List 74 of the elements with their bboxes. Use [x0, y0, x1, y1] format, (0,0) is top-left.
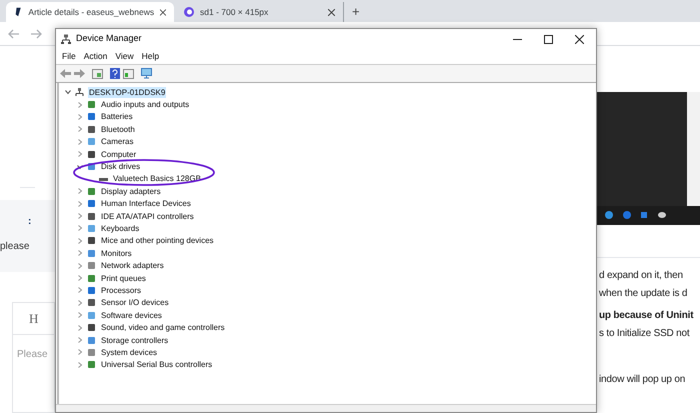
close-tab-icon[interactable] — [160, 8, 166, 16]
forward-icon[interactable] — [30, 28, 42, 38]
editor-heading: H — [13, 303, 54, 335]
menu-item[interactable]: Action — [84, 50, 108, 63]
tree-item[interactable]: Disk drives — [100, 161, 142, 172]
tree-item[interactable]: Network adapters — [100, 260, 165, 272]
tree-item[interactable]: IDE ATA/ATAPI controllers — [100, 210, 195, 222]
window-title: Device Manager — [76, 32, 143, 46]
tree-item[interactable]: Sensor I/O devices — [100, 297, 170, 308]
article-text: indow will pop up on — [599, 374, 686, 386]
new-tab-button[interactable]: + — [352, 2, 360, 22]
chevron-right-icon[interactable] — [77, 238, 83, 244]
properties-icon[interactable] — [92, 68, 103, 78]
tree-item[interactable]: System devices — [100, 346, 158, 358]
tree-item[interactable]: Print queues — [100, 272, 147, 284]
close-icon[interactable] — [575, 34, 584, 44]
tree-item[interactable]: Computer — [100, 148, 138, 160]
tree-item[interactable]: Software devices — [100, 310, 163, 321]
chevron-right-icon[interactable] — [77, 200, 83, 207]
tree-item[interactable]: Keyboards — [100, 222, 140, 234]
tree-item[interactable]: Display adapters — [100, 186, 162, 197]
tree-item[interactable]: Audio inputs and outputs — [100, 99, 190, 110]
chevron-right-icon[interactable] — [77, 324, 83, 331]
chevron-down-icon[interactable] — [77, 164, 83, 170]
computer-tree-icon — [75, 88, 84, 97]
article-text: s to Initialize SSD not — [599, 328, 691, 340]
chevron-down-icon[interactable] — [65, 89, 71, 96]
chevron-right-icon[interactable] — [77, 262, 83, 269]
menu-item[interactable]: Help — [142, 50, 160, 63]
tree-item[interactable]: Sound, video and game controllers — [100, 322, 226, 334]
chevron-right-icon[interactable] — [77, 362, 83, 368]
chevron-right-icon[interactable] — [77, 213, 83, 220]
chevron-right-icon[interactable] — [77, 126, 83, 132]
tree-item[interactable]: Human Interface Devices — [100, 198, 192, 210]
chevron-right-icon[interactable] — [77, 151, 83, 158]
menu-item[interactable]: File — [62, 50, 76, 63]
menu-item[interactable]: View — [115, 50, 134, 63]
circle-logo-icon — [184, 7, 194, 17]
tree-item[interactable]: DESKTOP-01DDSK9 — [88, 86, 166, 98]
article-text: when the update is d — [599, 288, 688, 300]
tree-item[interactable]: Batteries — [100, 111, 134, 122]
chevron-right-icon[interactable] — [77, 114, 83, 120]
chevron-right-icon[interactable] — [77, 138, 83, 145]
chevron-right-icon[interactable] — [77, 349, 83, 356]
chevron-right-icon[interactable] — [77, 275, 83, 282]
back-arrow-icon[interactable] — [60, 69, 71, 78]
forward-arrow-icon[interactable] — [74, 69, 85, 78]
tree-item[interactable]: Monitors — [100, 248, 133, 259]
tree-item[interactable]: Universal Serial Bus controllers — [100, 359, 214, 370]
body-text: please — [0, 240, 30, 254]
browser-tab[interactable]: Article details - easeus_webnews — [6, 2, 174, 22]
colon-text: : — [28, 215, 32, 229]
chevron-right-icon[interactable] — [77, 225, 83, 232]
chevron-right-icon[interactable] — [77, 250, 83, 256]
chevron-right-icon[interactable] — [77, 188, 83, 194]
tree-item[interactable]: Cameras — [100, 136, 134, 148]
article-text: up because of Uninit — [599, 310, 694, 322]
article-text: d expand on it, then — [599, 270, 684, 282]
chevron-right-icon[interactable] — [77, 300, 83, 306]
chevron-right-icon[interactable] — [77, 102, 83, 108]
monitor-icon[interactable] — [141, 68, 152, 79]
tree-item[interactable]: Processors — [100, 284, 142, 296]
tree-item[interactable]: Bluetooth — [100, 124, 136, 135]
chevron-right-icon[interactable] — [77, 312, 83, 318]
tree-item[interactable]: Mice and other pointing devices — [100, 235, 215, 246]
help-icon[interactable] — [110, 68, 120, 79]
panel-icon[interactable] — [123, 68, 134, 78]
back-icon[interactable] — [8, 28, 20, 38]
chevron-right-icon[interactable] — [77, 287, 83, 294]
computer-tree-icon — [61, 34, 71, 44]
chevron-right-icon[interactable] — [77, 337, 83, 343]
maximize-icon[interactable] — [544, 34, 553, 44]
close-tab-icon[interactable] — [328, 8, 335, 16]
tree-item[interactable]: Storage controllers — [100, 334, 170, 346]
